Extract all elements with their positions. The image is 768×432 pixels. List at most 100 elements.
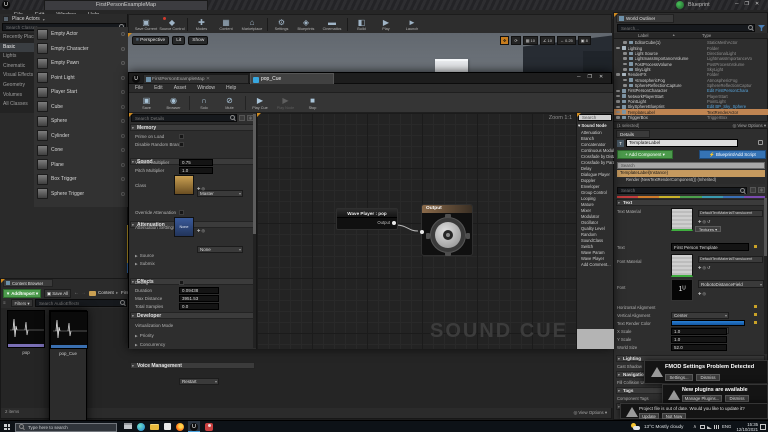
cb-view-options[interactable]: ◎ View Options ▾ xyxy=(573,410,607,416)
snap-setting[interactable]: ∠ 10 xyxy=(540,36,555,45)
placeable-actor-item[interactable]: Empty Actor xyxy=(34,27,128,42)
mail-app-icon[interactable] xyxy=(124,423,132,429)
unreal-engine-taskbar-icon[interactable]: U xyxy=(188,421,200,432)
section-text[interactable]: Text xyxy=(616,199,765,206)
visibility-eye-icon[interactable] xyxy=(623,68,627,71)
placeable-actor-item[interactable]: Empty Pawn xyxy=(34,56,128,71)
concurrency-row[interactable]: ▶Concurrency xyxy=(135,342,195,347)
viewport-perspective-button[interactable]: ≡ Perspective xyxy=(132,36,169,45)
cue-maximize-button[interactable]: ❐ xyxy=(588,74,592,80)
visibility-eye-icon[interactable] xyxy=(616,95,620,98)
asset-tools-icons[interactable]: ✚ ◎ xyxy=(197,186,205,191)
tab-details[interactable]: Details xyxy=(616,130,650,138)
cue-tab-pop-cue[interactable]: pop_Cue xyxy=(250,73,334,84)
y-scale-field[interactable]: 1.0 xyxy=(671,336,727,343)
asset-tools-icons[interactable]: ✚ ◎ xyxy=(197,228,205,233)
fmod-settings-button[interactable]: Settings... xyxy=(665,374,693,381)
manage-plugins-button[interactable]: Manage Plugins... xyxy=(682,395,722,402)
toolbar-button[interactable]: ▣ Save Current xyxy=(133,18,159,31)
lock-icon[interactable] xyxy=(758,140,763,145)
text-value-field[interactable]: First Person Template xyxy=(671,243,749,251)
filter-funnel-icon[interactable] xyxy=(758,25,765,31)
palette-search-input[interactable]: Search xyxy=(578,114,612,121)
modified-marker[interactable] xyxy=(754,321,757,324)
save-all-button[interactable]: ▣ Save All xyxy=(44,289,71,298)
palette-section-header[interactable]: ▾ Sound Node xyxy=(578,123,613,129)
font-dropdown[interactable]: RobotoDistanceField xyxy=(698,280,764,288)
cue-toolbar-button[interactable]: ⊘ Mute xyxy=(216,96,243,110)
material-thumbnail[interactable] xyxy=(671,208,693,231)
edge-browser-icon[interactable] xyxy=(137,423,145,431)
language-indicator[interactable]: ENG xyxy=(722,424,732,429)
material-name[interactable]: DefaultTextMaterialTranslucent xyxy=(698,256,763,263)
disable-random-checkbox[interactable] xyxy=(179,142,184,147)
list-sources-icon[interactable]: ≡ xyxy=(3,300,9,306)
wave-player-node[interactable]: Wave Player : pop Output xyxy=(336,208,398,230)
asset-tools-icons[interactable]: ✚ ◎ ↺ xyxy=(698,265,710,270)
components-search-input[interactable]: Search xyxy=(617,162,765,169)
placeable-actor-item[interactable]: Sphere Trigger xyxy=(34,187,128,202)
level-tab[interactable]: FirstPersonExampleMap xyxy=(44,0,208,10)
cue-toolbar-button[interactable]: ▣ Save xyxy=(133,96,160,110)
cue-toolbar-button[interactable]: ▶ Play Cue xyxy=(245,96,272,110)
fmod-dismiss-button[interactable]: Dismiss xyxy=(696,374,720,381)
cue-toolbar-button[interactable]: ∩ Solo xyxy=(189,96,216,110)
pitch-multiplier-field[interactable]: 1.0 xyxy=(179,167,213,174)
visibility-eye-icon[interactable] xyxy=(623,84,627,87)
nav-back-icon[interactable]: ← xyxy=(74,290,79,296)
viewport-show-button[interactable]: Show xyxy=(188,36,208,45)
cue-details-search-input[interactable]: Search Details xyxy=(131,114,237,122)
cue-close-button[interactable]: ✕ xyxy=(599,74,603,80)
volume-multiplier-field[interactable]: 0.75 xyxy=(179,159,213,166)
attenuation-dropdown[interactable]: None xyxy=(197,246,243,253)
filters-button[interactable]: Filters ▾ xyxy=(11,299,33,307)
epic-launcher-icon[interactable] xyxy=(205,423,213,431)
toolbar-button[interactable]: ◈ Blueprints xyxy=(293,18,319,31)
toolbar-button[interactable]: ⌂ Marketplace xyxy=(239,18,265,31)
category-tab[interactable]: Basic xyxy=(0,43,34,53)
asset-item[interactable]: pop_Cue xyxy=(49,310,87,432)
file-explorer-icon[interactable] xyxy=(150,424,159,430)
add-component-button[interactable]: + Add Component ▾ xyxy=(617,150,673,159)
actor-name-field[interactable]: TemplateLabel xyxy=(626,139,738,147)
placeable-actor-item[interactable]: Player Start xyxy=(34,85,128,100)
firefox-browser-icon[interactable] xyxy=(176,423,184,431)
sound-cue-graph[interactable]: Zoom 1:1 Wave Player : pop Output Output… xyxy=(257,113,576,349)
transform-tool-icon[interactable]: ✥ xyxy=(500,36,509,45)
component-row-render[interactable]: Render (NewTextRenderComponent()) (Inher… xyxy=(617,177,765,184)
placeable-actor-item[interactable]: Plane xyxy=(34,158,128,173)
modified-marker[interactable] xyxy=(754,313,757,316)
add-import-button[interactable]: ▼ Add/Import ▾ xyxy=(3,289,41,298)
display-tray-icon[interactable] xyxy=(700,425,705,429)
weather-status[interactable]: 13°C Mostly cloudy xyxy=(644,424,690,429)
material-name[interactable]: DefaultTextMaterialTranslucent xyxy=(698,210,763,217)
hidden-icons-chevron-icon[interactable]: ∧ xyxy=(693,424,697,430)
category-tab[interactable]: Volumes xyxy=(0,91,34,101)
category-tab[interactable]: Lights xyxy=(0,52,34,62)
store-app-icon[interactable] xyxy=(164,423,171,430)
clock[interactable]: 15:35 12/10/2021 xyxy=(734,422,758,432)
visibility-eye-icon[interactable] xyxy=(616,90,620,93)
modified-marker[interactable] xyxy=(754,305,757,308)
font-thumbnail[interactable]: 1ᵁ xyxy=(671,279,693,301)
menu-item[interactable]: Help xyxy=(226,85,236,91)
cue-minimize-button[interactable]: ─ xyxy=(577,74,581,80)
blueprint-add-script-button[interactable]: ⚡ Blueprint/Add Script xyxy=(699,150,766,159)
snap-setting[interactable]: ▦ 10 xyxy=(523,36,538,45)
menu-item[interactable]: Asset xyxy=(174,85,187,91)
placeable-actor-item[interactable]: Point Light xyxy=(34,71,128,86)
output-node[interactable]: Output xyxy=(421,204,473,256)
sound-class-thumbnail[interactable] xyxy=(174,175,194,195)
weather-icon[interactable] xyxy=(631,423,640,430)
text-render-color-swatch[interactable] xyxy=(671,320,745,326)
snap-setting[interactable]: ▣ 8 xyxy=(578,36,591,45)
toolbar-button[interactable]: ◧ Build xyxy=(347,18,373,31)
cue-details-scrollbar[interactable] xyxy=(253,114,256,348)
modified-marker[interactable] xyxy=(754,245,757,248)
output-pin[interactable] xyxy=(392,221,396,225)
visibility-eye-icon[interactable] xyxy=(616,116,620,119)
placeable-actor-item[interactable]: Cylinder xyxy=(34,129,128,144)
placeable-actor-item[interactable]: Sphere xyxy=(34,114,128,129)
placeable-actor-item[interactable]: Empty Character xyxy=(34,42,128,57)
minimize-button[interactable]: ─ xyxy=(735,1,739,7)
